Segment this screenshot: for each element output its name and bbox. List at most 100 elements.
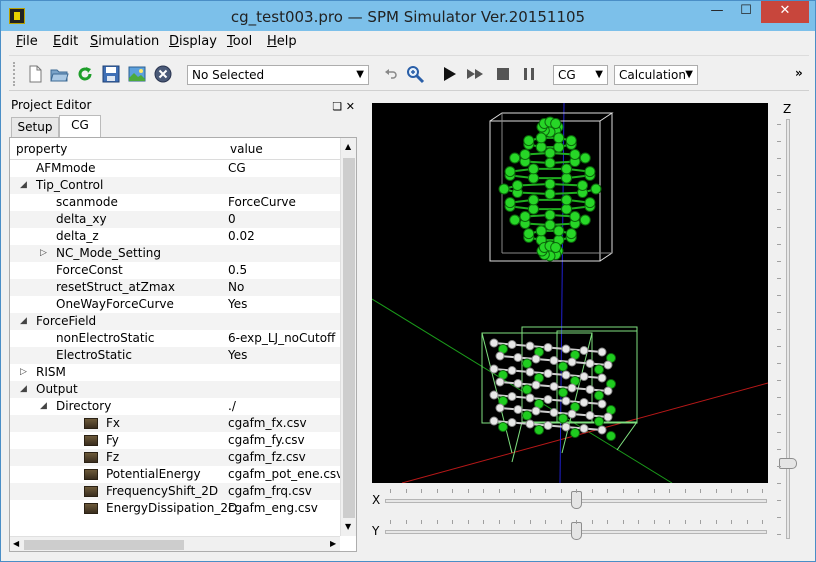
tree-row[interactable]: Fz cgafm_fz.csv <box>10 449 340 466</box>
close-button[interactable]: ✕ <box>761 1 809 23</box>
title-bar[interactable]: cg_test003.pro — SPM Simulator Ver.20151… <box>1 1 815 31</box>
scroll-right-icon[interactable]: ▶ <box>330 539 336 548</box>
tree-row[interactable]: scanmode ForceCurve <box>10 194 340 211</box>
tree-row[interactable]: ◢ Tip_Control <box>10 177 340 194</box>
slider-tick <box>436 489 438 493</box>
property-value[interactable]: cgafm_eng.csv <box>228 500 340 517</box>
z-slider-track[interactable] <box>786 119 790 539</box>
zoom-icon[interactable] <box>405 64 425 84</box>
tree-row[interactable]: ForceConst 0.5 <box>10 262 340 279</box>
x-slider-label: X <box>372 493 381 507</box>
slider-tick <box>452 520 453 524</box>
property-value[interactable]: No <box>228 279 340 296</box>
tree-row[interactable]: ◢ Directory ./ <box>10 398 340 415</box>
property-value[interactable]: cgafm_fy.csv <box>228 432 340 449</box>
panel-close-icon[interactable]: ✕ <box>346 100 355 113</box>
tree-row[interactable]: AFMmode CG <box>10 160 340 177</box>
image-icon[interactable] <box>127 64 147 84</box>
y-slider[interactable] <box>385 520 767 542</box>
open-folder-icon[interactable] <box>49 64 69 84</box>
expanded-arrow-icon[interactable]: ◢ <box>20 177 27 194</box>
expanded-arrow-icon[interactable]: ◢ <box>20 381 27 398</box>
property-tree[interactable]: property value AFMmode CG ◢ Tip_Control scan… <box>9 137 357 552</box>
mode-combo[interactable]: Calculation ▼ <box>614 65 698 85</box>
scroll-left-icon[interactable]: ◀ <box>13 539 19 548</box>
tree-row[interactable]: EnergyDissipation_2D cgafm_eng.csv <box>10 500 340 517</box>
tree-row[interactable]: Fx cgafm_fx.csv <box>10 415 340 432</box>
property-value[interactable]: cgafm_pot_ene.csv <box>228 466 340 483</box>
menu-help[interactable]: Help <box>267 34 297 49</box>
menu-display[interactable]: Display <box>169 34 217 49</box>
3d-viewport[interactable] <box>372 103 768 483</box>
property-value[interactable]: cgafm_frq.csv <box>228 483 340 500</box>
new-file-icon[interactable] <box>25 64 45 84</box>
tree-row[interactable]: ◢ Output <box>10 381 340 398</box>
property-value[interactable]: 0.5 <box>228 262 340 279</box>
tree-row[interactable]: FrequencyShift_2D cgafm_frq.csv <box>10 483 340 500</box>
tree-row[interactable]: nonElectroStatic 6-exp_LJ_noCutoff <box>10 330 340 347</box>
stop-circle-icon[interactable] <box>153 64 173 84</box>
y-slider-knob[interactable] <box>570 522 582 540</box>
toolbar-grip[interactable] <box>13 62 17 86</box>
vertical-scrollbar[interactable]: ▲ ▼ <box>340 138 356 536</box>
fast-forward-icon[interactable] <box>465 64 485 84</box>
collapsed-arrow-icon[interactable]: ▷ <box>20 364 27 381</box>
expanded-arrow-icon[interactable]: ◢ <box>20 313 27 330</box>
tree-row[interactable]: ▷ NC_Mode_Setting <box>10 245 340 262</box>
undo-icon[interactable] <box>381 64 401 84</box>
tree-row[interactable]: resetStruct_atZmax No <box>10 279 340 296</box>
column-header-value[interactable]: value <box>230 142 263 156</box>
property-value[interactable]: ForceCurve <box>228 194 340 211</box>
play-icon[interactable] <box>439 64 459 84</box>
method-combo[interactable]: CG ▼ <box>553 65 608 85</box>
selection-combo[interactable]: No Selected ▼ <box>187 65 369 85</box>
z-slider-knob[interactable] <box>779 458 797 470</box>
tree-row[interactable]: PotentialEnergy cgafm_pot_ene.csv <box>10 466 340 483</box>
property-value[interactable]: CG <box>228 160 340 177</box>
z-slider[interactable] <box>777 119 799 539</box>
float-icon[interactable]: ❏ <box>332 100 342 113</box>
scroll-up-icon[interactable]: ▲ <box>345 142 351 151</box>
tree-row[interactable]: OneWayForceCurve Yes <box>10 296 340 313</box>
reload-icon[interactable] <box>75 64 95 84</box>
tree-row[interactable]: Fy cgafm_fy.csv <box>10 432 340 449</box>
slider-tick <box>777 260 781 262</box>
slider-tick <box>777 499 781 501</box>
column-header-property[interactable]: property <box>16 142 67 156</box>
x-slider-knob[interactable] <box>570 491 582 509</box>
menu-tool[interactable]: Tool <box>227 34 252 49</box>
property-value[interactable]: cgafm_fz.csv <box>228 449 340 466</box>
menu-file[interactable]: File <box>16 34 38 49</box>
toolbar-overflow-icon[interactable]: » <box>795 66 803 80</box>
tree-row[interactable]: ◢ ForceField <box>10 313 340 330</box>
stop-icon[interactable] <box>493 64 513 84</box>
property-value[interactable]: 0.02 <box>228 228 340 245</box>
tab-cg[interactable]: CG <box>59 115 101 137</box>
tree-row[interactable]: ▷ RISM <box>10 364 340 381</box>
vertical-scroll-thumb[interactable] <box>343 158 355 518</box>
property-value[interactable]: ./ <box>228 398 340 415</box>
property-value[interactable]: Yes <box>228 296 340 313</box>
property-value[interactable]: cgafm_fx.csv <box>228 415 340 432</box>
property-value[interactable]: Yes <box>228 347 340 364</box>
save-icon[interactable] <box>101 64 121 84</box>
property-value[interactable]: 6-exp_LJ_noCutoff <box>228 330 340 347</box>
slider-tick <box>715 489 717 493</box>
tab-setup[interactable]: Setup <box>11 117 59 137</box>
atom <box>565 135 577 147</box>
x-slider[interactable] <box>385 489 767 511</box>
expanded-arrow-icon[interactable]: ◢ <box>40 398 47 415</box>
pause-icon[interactable] <box>519 64 539 84</box>
horizontal-scroll-thumb[interactable] <box>24 540 184 550</box>
horizontal-scrollbar[interactable]: ◀ ▶ <box>10 536 340 551</box>
tree-row[interactable]: delta_z 0.02 <box>10 228 340 245</box>
menu-simulation[interactable]: Simulation <box>90 34 159 49</box>
scroll-down-icon[interactable]: ▼ <box>345 522 351 531</box>
tree-row[interactable]: ElectroStatic Yes <box>10 347 340 364</box>
menu-edit[interactable]: Edit <box>53 34 78 49</box>
minimize-button[interactable]: — <box>703 1 731 23</box>
tree-row[interactable]: delta_xy 0 <box>10 211 340 228</box>
collapsed-arrow-icon[interactable]: ▷ <box>40 245 47 262</box>
maximize-button[interactable]: ☐ <box>732 1 760 23</box>
property-value[interactable]: 0 <box>228 211 340 228</box>
